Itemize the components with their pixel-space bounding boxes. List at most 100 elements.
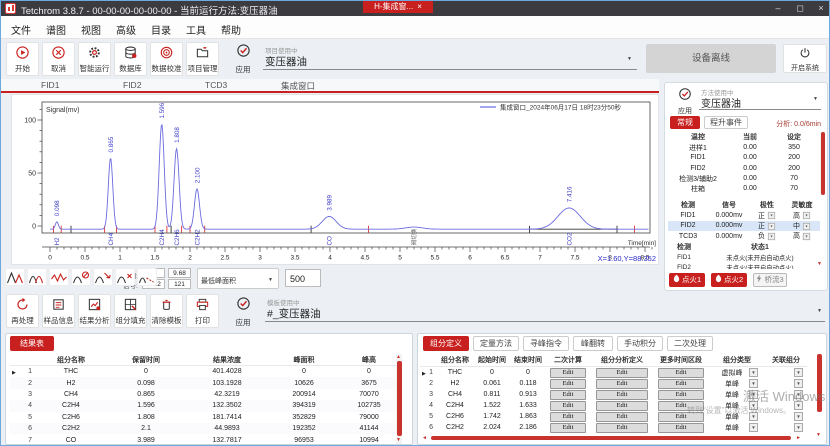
chevron-down-icon[interactable]: ▼ [627,56,632,62]
chart-tab-active[interactable]: H-集成窗...× [363,1,433,13]
chevron-down-icon[interactable]: ▼ [803,222,810,229]
edit-button[interactable]: Edit [550,368,586,378]
sample-info-button[interactable]: 样品信息 [42,294,75,328]
table-row[interactable]: 7CO3.989132.78179695310994 [10,434,398,445]
results-vscrollbar[interactable]: ▲ ▼ [396,354,402,444]
chevron-down-icon[interactable]: ▼ [749,423,758,432]
chart-tab[interactable]: TCD3 [205,80,227,90]
edit-button[interactable]: Edit [550,423,586,433]
definition-tab-2[interactable]: 定量方法 [473,336,519,351]
apply-project-button[interactable]: 应用 [229,43,257,75]
chevron-down-icon[interactable]: ▼ [268,277,273,283]
menu-item[interactable]: 文件 [11,22,31,37]
table-row[interactable]: 4C2H41.596132.3502394319102735 [10,400,398,411]
chevron-down-icon[interactable]: ▼ [768,233,775,240]
close-button[interactable]: × [812,1,830,16]
peak-tail-button[interactable] [137,268,157,286]
table-row[interactable]: 2H20.098103.1928106263675 [10,377,398,388]
definition-tab-3[interactable]: 寻峰指令 [523,336,569,351]
edit-button[interactable]: Edit [596,368,648,378]
maximize-button[interactable]: ◻ [791,1,809,16]
tab-general[interactable]: 常规 [670,116,700,129]
ignite2-button[interactable]: 点火2 [711,273,747,287]
ignite1-button[interactable]: 点火1 [669,273,705,287]
definition-hscrollbar[interactable]: ◄ ► [422,434,810,442]
peak-split-button[interactable] [5,268,25,286]
apply-template-button[interactable]: 应用 [229,296,257,328]
chevron-down-icon[interactable]: ▼ [813,96,818,102]
table-row[interactable]: 3CH40.86542.321920091470070 [10,389,398,400]
chevron-down-icon[interactable]: ▼ [794,412,803,421]
table-row[interactable]: FID2未点火(未开启自动点火) [668,263,822,269]
menu-item[interactable]: 工具 [186,22,206,37]
chevron-down-icon[interactable]: ▼ [794,368,803,377]
edit-button[interactable]: Edit [658,379,704,389]
data-calibration-button[interactable]: 数据校准 [150,42,183,76]
scroll-right-icon[interactable]: ► [796,435,801,441]
tab-program-events[interactable]: 程升事件 [704,116,748,129]
scroll-up-icon[interactable]: ▲ [396,354,401,360]
menu-item[interactable]: 谱图 [46,22,66,37]
table-row[interactable]: FID10.00200 [668,153,816,163]
edit-button[interactable]: Edit [596,401,648,411]
results-vscroll-thumb[interactable] [397,361,402,436]
cancel-button[interactable]: 取消 [42,42,75,76]
chart-tab[interactable]: FID1 [41,80,59,90]
definition-tab-4[interactable]: 峰翻转 [573,336,613,351]
close-tab-icon[interactable]: × [417,2,422,11]
edit-button[interactable]: Edit [596,423,648,433]
table-row[interactable]: 柱箱0.0070 [668,184,816,194]
time-to-input[interactable]: 9.68 [168,268,191,278]
edit-button[interactable]: Edit [550,379,586,389]
table-row[interactable]: 1▶THC00EditEditEdit虚拟峰▼▼ [420,367,807,378]
scroll-down-icon[interactable]: ▼ [816,432,821,438]
menu-item[interactable]: 视图 [81,22,101,37]
chromatogram-plot[interactable]: 05010000.511.522.533.544.555.566.577.588… [12,95,658,264]
minimize-button[interactable]: – [769,1,787,16]
smart-run-button[interactable]: 智能运行 [78,42,111,76]
edit-button[interactable]: Edit [550,412,586,422]
peak-move-button[interactable] [93,268,113,286]
device-offline-button[interactable]: 设备离线 [646,44,776,73]
chevron-down-icon[interactable]: ▼ [803,212,810,219]
apply-method-button[interactable]: 应用 [671,87,699,116]
edit-button[interactable]: Edit [596,379,648,389]
chevron-down-icon[interactable]: ▼ [768,212,775,219]
table-row[interactable]: 6C2H22.144.989319235241144 [10,423,398,434]
signal-to-input[interactable]: 121 [168,279,191,289]
print-button[interactable]: 打印 [186,294,219,328]
results-tab[interactable]: 结果表 [10,336,54,351]
table-row[interactable]: FID20.00200 [668,163,816,173]
clear-template-button[interactable]: 清除模板 [150,294,183,328]
peak-remove-button[interactable] [115,268,135,286]
power-on-button[interactable]: 开启系统 [783,44,827,73]
min-peak-area-input[interactable]: 500 [285,269,321,287]
component-fill-button[interactable]: 组分填充 [114,294,147,328]
baseline-noise-button[interactable] [49,268,69,286]
chevron-down-icon[interactable]: ▼ [817,308,822,314]
chevron-down-icon[interactable]: ▼ [794,423,803,432]
project-management-button[interactable]: 项目管理 [186,42,219,76]
table-row[interactable]: 6C2H22.0242.186EditEditEdit单峰▼▼ [420,422,807,433]
edit-button[interactable]: Edit [550,390,586,400]
scroll-down-icon[interactable]: ▼ [396,437,401,443]
chart-tab[interactable]: FID2 [123,80,141,90]
table-row[interactable]: FID10.000mv正▼高▼ [668,211,820,221]
temperature-vscrollbar[interactable] [820,132,825,195]
edit-button[interactable]: Edit [550,401,586,411]
edit-button[interactable]: Edit [658,423,704,433]
table-row[interactable]: 进样10.00350 [668,143,816,153]
definition-tab-6[interactable]: 二次处理 [667,336,713,351]
table-row[interactable]: 检测3/辅助20.0070 [668,173,816,183]
table-row[interactable]: FID1未点火(未开启自动点火) [668,253,822,263]
table-row[interactable]: 5C2H61.808181.741435282979000 [10,412,398,423]
database-button[interactable]: 数据库 [114,42,147,76]
result-analysis-button[interactable]: 结果分析 [78,294,111,328]
edit-button[interactable]: Edit [596,412,648,422]
definition-hscroll-thumb[interactable] [431,436,791,440]
definition-tab-5[interactable]: 手动积分 [617,336,663,351]
chevron-down-icon[interactable]: ▼ [803,233,810,240]
table-row[interactable]: FID20.000mv正▼中▼ [668,221,820,231]
peak-delete-button[interactable] [71,268,91,286]
start-button[interactable]: 开始 [6,42,39,76]
